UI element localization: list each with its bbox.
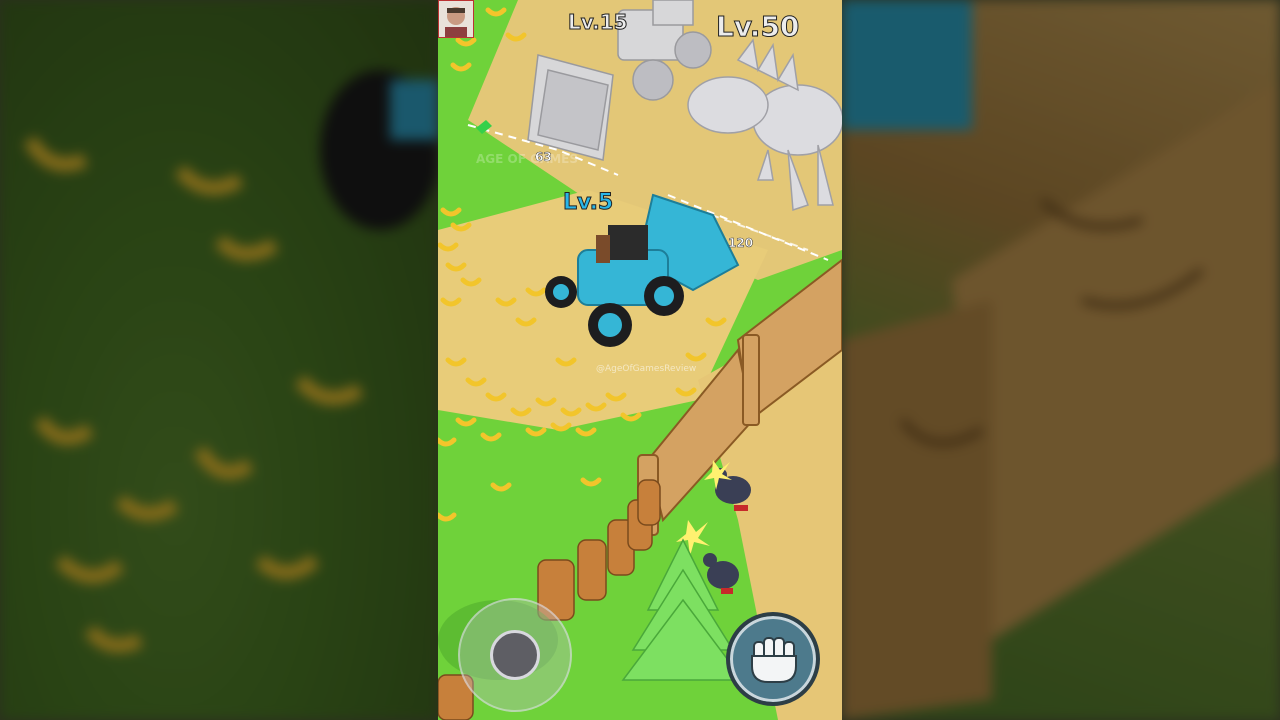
faint-watermark: AGE OF GAMES xyxy=(476,152,579,166)
path-distance-120: 120 xyxy=(728,236,754,251)
virtual-joystick[interactable] xyxy=(458,598,572,712)
channel-watermark: @AgeOfGamesReview xyxy=(596,364,697,374)
fist-icon xyxy=(751,637,797,683)
player-level-label: Lv.5 xyxy=(562,190,614,216)
blurred-background-right xyxy=(842,0,1280,720)
dinosaur-level-label: Lv.50 xyxy=(715,10,800,44)
blurred-background-left xyxy=(0,0,438,720)
streamer-avatar xyxy=(438,0,474,38)
joystick-icon[interactable] xyxy=(490,630,540,680)
punch-button[interactable] xyxy=(726,612,820,706)
game-viewport[interactable]: Lv.15 Lv.50 Lv.5 63 120 AGE OF GAMES @Ag… xyxy=(438,0,842,720)
loader-level-label: Lv.15 xyxy=(568,10,629,35)
